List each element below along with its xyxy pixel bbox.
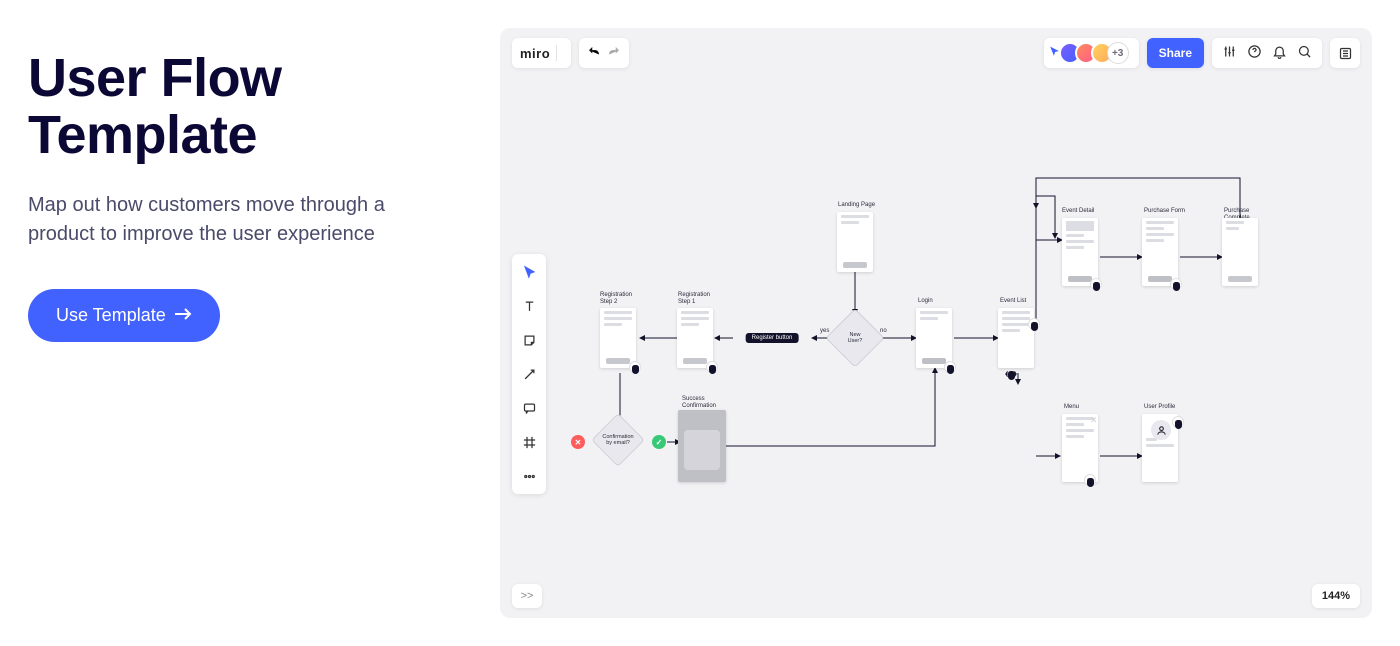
tap-icon bbox=[629, 361, 641, 373]
tap-icon bbox=[1084, 474, 1096, 486]
tap-icon bbox=[1090, 278, 1102, 290]
node-label-eventlist: Event List bbox=[1000, 298, 1026, 305]
screen-landing[interactable] bbox=[837, 212, 873, 272]
decision-new-user-label: New User? bbox=[834, 317, 876, 359]
node-label-login: Login bbox=[918, 298, 933, 305]
decision-confirmation-label: Confirmation by email? bbox=[599, 421, 637, 459]
node-label-menu: Menu bbox=[1064, 404, 1079, 411]
status-fail-icon: ✕ bbox=[571, 435, 585, 449]
tap-icon bbox=[1028, 318, 1040, 330]
use-template-button[interactable]: Use Template bbox=[28, 289, 220, 342]
cta-label: Use Template bbox=[56, 305, 166, 326]
promo-panel: User Flow Template Map out how customers… bbox=[0, 0, 500, 646]
arrow-right-icon bbox=[174, 305, 192, 326]
tap-icon bbox=[1170, 278, 1182, 290]
flow-diagram[interactable]: Landing Page New User? no yes Register b… bbox=[500, 28, 1372, 618]
node-label-eventdetail: Event Detail bbox=[1062, 208, 1094, 215]
screen-reg2[interactable] bbox=[600, 308, 636, 368]
screen-login[interactable] bbox=[916, 308, 952, 368]
miro-canvas[interactable]: miro +3 Share bbox=[500, 28, 1372, 618]
node-label-reg1: Registration Step 1 bbox=[678, 292, 710, 305]
screen-purchaseform[interactable] bbox=[1142, 218, 1178, 286]
node-label-landing: Landing Page bbox=[838, 202, 875, 209]
page-subtitle: Map out how customers move through a pro… bbox=[28, 191, 448, 249]
node-label-userprofile: User Profile bbox=[1144, 404, 1175, 411]
branch-yes: yes bbox=[820, 328, 829, 335]
screen-success[interactable] bbox=[678, 410, 726, 482]
edge-label-register: Register button bbox=[746, 333, 799, 343]
user-icon bbox=[1151, 420, 1171, 440]
decision-new-user[interactable]: New User? bbox=[825, 308, 884, 367]
decision-confirmation-email[interactable]: Confirmation by email? bbox=[591, 413, 645, 467]
branch-no: no bbox=[880, 328, 887, 335]
node-label-success: Success Confirmation bbox=[682, 396, 716, 409]
close-icon: ✕ bbox=[1090, 416, 1099, 425]
node-label-reg2: Registration Step 2 bbox=[600, 292, 632, 305]
screen-eventlist[interactable] bbox=[998, 308, 1034, 368]
screen-purchasecomplete[interactable] bbox=[1222, 218, 1258, 286]
screen-reg1[interactable] bbox=[677, 308, 713, 368]
tap-icon bbox=[706, 361, 718, 373]
status-ok-icon: ✓ bbox=[652, 435, 666, 449]
swipe-icon bbox=[1005, 368, 1017, 380]
screen-eventdetail[interactable] bbox=[1062, 218, 1098, 286]
tap-icon bbox=[1172, 416, 1184, 428]
node-label-purchaseform: Purchase Form bbox=[1144, 208, 1185, 215]
tap-icon bbox=[944, 361, 956, 373]
canvas-container: miro +3 Share bbox=[500, 0, 1400, 646]
page-title: User Flow Template bbox=[28, 50, 460, 163]
